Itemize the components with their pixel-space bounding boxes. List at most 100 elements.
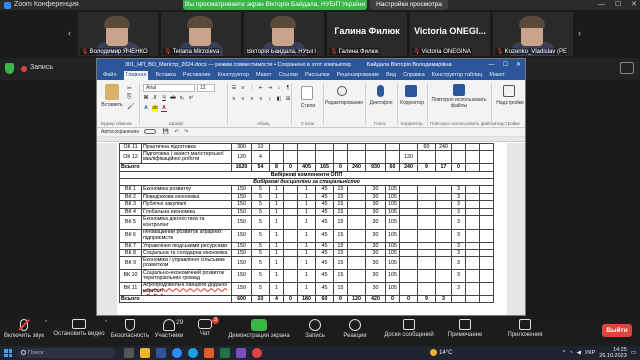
- undo-icon[interactable]: ↶: [175, 129, 179, 135]
- word-menu-tab[interactable]: Главная: [123, 71, 149, 80]
- bullets-icon[interactable]: ☰: [231, 85, 237, 91]
- word-menu-tab[interactable]: Конструктор: [218, 71, 249, 80]
- bold-icon[interactable]: Ж: [143, 95, 149, 101]
- reuse-files-icon[interactable]: [453, 84, 465, 96]
- numbering-icon[interactable]: ≡: [240, 85, 246, 91]
- word-menu-tab[interactable]: Макет: [489, 71, 505, 80]
- word-minimize-icon[interactable]: —: [489, 59, 495, 71]
- teams-taskbar-icon[interactable]: [236, 348, 246, 358]
- word-menu-tab[interactable]: Вид: [386, 71, 396, 80]
- participant-tile[interactable]: Галина Филюк 🎙Галина Филюк: [327, 12, 407, 56]
- styles-icon[interactable]: [301, 86, 313, 100]
- italic-icon[interactable]: К: [152, 95, 158, 101]
- strip-prev-icon[interactable]: ‹: [68, 28, 71, 38]
- whiteboards-button[interactable]: Доски сообщений: [378, 319, 440, 338]
- windows-start-icon[interactable]: [4, 349, 12, 357]
- word-menu-tab[interactable]: Файл: [103, 71, 117, 80]
- align-right-icon[interactable]: ≡: [249, 96, 255, 102]
- dictate-button[interactable]: Диктофон: [367, 100, 395, 106]
- justify-icon[interactable]: ≡: [258, 96, 264, 102]
- security-shield-icon[interactable]: [5, 63, 14, 74]
- strip-next-icon[interactable]: ›: [578, 28, 581, 38]
- decrease-indent-icon[interactable]: ⇤: [258, 85, 264, 91]
- find-icon[interactable]: [337, 86, 347, 96]
- addins-icon[interactable]: [503, 85, 515, 97]
- view-settings-button[interactable]: Настройки просмотра: [370, 0, 448, 10]
- zoom-taskbar-icon[interactable]: [172, 348, 182, 358]
- word-menu-tab[interactable]: Рисование: [183, 71, 211, 80]
- save-icon[interactable]: 💾: [163, 129, 169, 135]
- minimize-icon[interactable]: —: [598, 0, 605, 10]
- subscript-icon[interactable]: x₂: [179, 95, 185, 101]
- editor-icon[interactable]: [405, 85, 417, 97]
- word-menu-tab[interactable]: Справка: [403, 71, 425, 80]
- participant-tile[interactable]: 🎙Kozenko_Vladislav (PE: [493, 12, 573, 56]
- align-left-icon[interactable]: ≡: [231, 96, 237, 102]
- paste-icon[interactable]: [105, 84, 119, 100]
- text-effects-icon[interactable]: A: [143, 105, 149, 112]
- tray-chevron-icon[interactable]: ^: [563, 350, 566, 356]
- security-button[interactable]: Безопасность: [110, 319, 150, 339]
- volume-icon[interactable]: ◀: [577, 350, 581, 356]
- reactions-button[interactable]: Реакции: [338, 319, 372, 339]
- paste-button[interactable]: Вставить: [99, 102, 125, 108]
- word-menu-tab[interactable]: Рецензирование: [337, 71, 379, 80]
- increase-indent-icon[interactable]: ⇥: [267, 85, 273, 91]
- exit-meeting-button[interactable]: Выйти: [602, 324, 632, 337]
- excel-taskbar-icon[interactable]: [220, 348, 230, 358]
- word-menu-tab[interactable]: Ссылки: [279, 71, 298, 80]
- strikethrough-icon[interactable]: ab: [170, 95, 176, 101]
- word-menu-tab[interactable]: Макет: [256, 71, 272, 80]
- font-color-icon[interactable]: A: [161, 105, 167, 112]
- clock[interactable]: 14:25 26.10.2023: [599, 347, 627, 359]
- font-size-dropdown[interactable]: 12: [197, 84, 215, 92]
- copy-icon[interactable]: ⎘: [127, 94, 132, 101]
- network-icon[interactable]: ◔: [569, 350, 572, 356]
- chrome-taskbar-icon[interactable]: [252, 348, 262, 358]
- redo-icon[interactable]: ↷: [184, 129, 188, 135]
- sort-icon[interactable]: ↕: [276, 85, 282, 91]
- video-options-caret[interactable]: ^: [105, 320, 107, 326]
- addins-button[interactable]: Надстройки: [495, 100, 525, 106]
- cut-icon[interactable]: ✂: [127, 85, 132, 92]
- superscript-icon[interactable]: x²: [188, 95, 194, 101]
- document-area[interactable]: ОК 11 Практична підготовка 300 10 60 240 ОК 12…: [97, 143, 525, 315]
- close-icon[interactable]: ✕: [631, 0, 637, 10]
- maximize-icon[interactable]: ☐: [615, 0, 621, 10]
- share-screen-button[interactable]: Демонстрация экрана: [224, 319, 294, 339]
- participant-tile[interactable]: Вікторія Байдала, НУБіП: [244, 12, 324, 56]
- autosave-toggle[interactable]: [143, 129, 156, 135]
- notes-button[interactable]: Примечание: [444, 319, 486, 338]
- align-center-icon[interactable]: ≡: [240, 96, 246, 102]
- stop-video-button[interactable]: Остановить видео: [52, 319, 106, 337]
- highlight-icon[interactable]: ab: [152, 105, 158, 112]
- participant-tile[interactable]: Victoria ONEGI... 🎙Victoria ONEGINA: [410, 12, 490, 56]
- weather-widget[interactable]: 14°C: [430, 349, 452, 356]
- dictate-icon[interactable]: [377, 85, 384, 97]
- reuse-files-button[interactable]: Повторно использовать файлы: [431, 97, 487, 109]
- participant-tile[interactable]: 🎙Tetiana Mirzoieva: [161, 12, 241, 56]
- word-maximize-icon[interactable]: ☐: [503, 59, 508, 71]
- word-menu-tab[interactable]: Конструктор таблиц: [432, 71, 483, 80]
- language-indicator[interactable]: УКР: [585, 350, 595, 356]
- underline-icon[interactable]: Ч: [161, 95, 167, 101]
- word-menu-tab[interactable]: Вставка: [155, 71, 175, 80]
- unmute-button[interactable]: Включить звук: [2, 319, 46, 339]
- notifications-icon[interactable]: ▭: [631, 350, 636, 356]
- format-painter-icon[interactable]: 🖌: [127, 103, 135, 110]
- task-view-icon[interactable]: [124, 348, 134, 358]
- file-explorer-icon[interactable]: [140, 348, 150, 358]
- apps-button[interactable]: Приложения: [500, 319, 550, 338]
- view-layout-icon[interactable]: [620, 62, 634, 74]
- browser-taskbar-icon[interactable]: [188, 348, 198, 358]
- participant-tile[interactable]: 🎙Володимир ЯЧЕНКО: [78, 12, 158, 56]
- audio-options-caret[interactable]: ^: [45, 320, 47, 326]
- word-menu-tab[interactable]: Рассылки: [305, 71, 330, 80]
- font-name-dropdown[interactable]: Arial: [143, 84, 195, 92]
- record-button[interactable]: Запись: [300, 319, 330, 339]
- line-spacing-icon[interactable]: ↨: [267, 96, 273, 102]
- multilevel-list-icon[interactable]: ⋮: [249, 85, 255, 91]
- word-close-icon[interactable]: ✕: [516, 59, 521, 71]
- word-taskbar-icon[interactable]: [156, 348, 166, 358]
- powerpoint-taskbar-icon[interactable]: [204, 348, 214, 358]
